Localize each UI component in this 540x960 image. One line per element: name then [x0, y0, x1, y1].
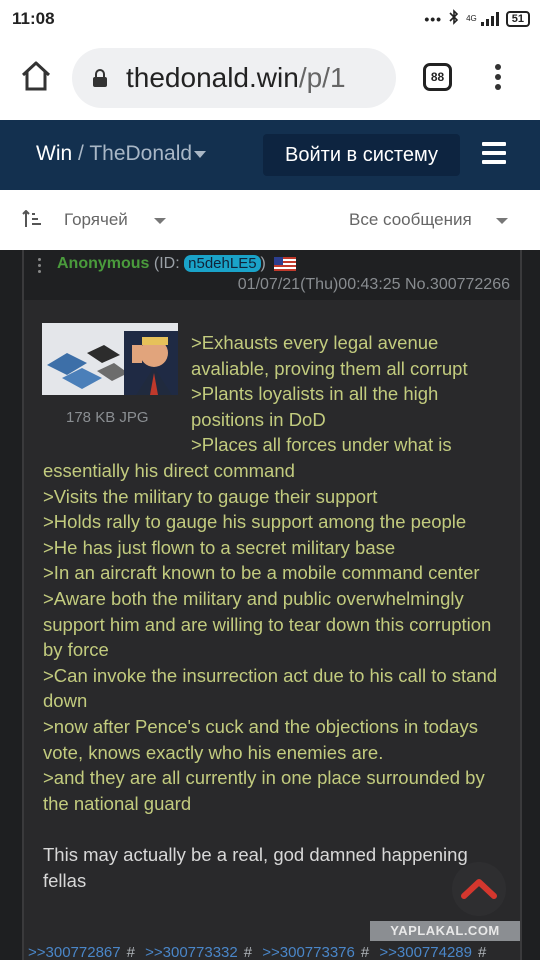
site-link[interactable]: Win	[36, 142, 72, 165]
kebab-menu-icon[interactable]	[492, 64, 504, 94]
community-dropdown[interactable]: TheDonald	[89, 142, 192, 165]
signal-icon	[480, 12, 499, 26]
dots-icon: •••	[424, 11, 443, 27]
greentext-line: >Visits the military to gauge their supp…	[43, 485, 378, 507]
url-host: thedonald.win	[126, 62, 299, 93]
us-flag-icon	[274, 256, 297, 271]
backlink[interactable]: >>300773376	[262, 944, 355, 960]
browser-toolbar: thedonald.win/p/1 88	[0, 36, 540, 120]
greentext-line: >Places all forces under what is essenti…	[43, 434, 452, 481]
home-icon[interactable]	[18, 58, 54, 94]
chevron-down-icon[interactable]	[154, 218, 166, 224]
greentext-line: >Plants loyalists in all the high positi…	[191, 383, 439, 430]
address-bar[interactable]: thedonald.win/p/1	[72, 48, 396, 108]
bluetooth-icon	[449, 9, 459, 29]
greentext-line: >Holds rally to gauge his support among …	[43, 511, 467, 533]
greentext-line: >now after Pence's cuck and the objectio…	[43, 715, 478, 763]
backlinks: >>300772867 # >>300773332 # >>300773376 # >…	[28, 944, 492, 960]
url-text: thedonald.win/p/1	[126, 62, 346, 94]
poster-line: Anonymous (ID: n5dehLE5)	[57, 255, 297, 273]
backlink[interactable]: >>300774289	[379, 944, 472, 960]
sort-bar: Горячей Все сообщения	[0, 190, 540, 250]
closing-text: This may actually be a real, god damned …	[43, 844, 468, 891]
sort-dropdown[interactable]: Горячей	[64, 210, 128, 230]
backlink[interactable]: >>300772867	[28, 944, 121, 960]
post-timestamp: 01/07/21(Thu)00:43:25 No.300772266	[237, 276, 510, 293]
greentext-line: >Can invoke the insurrection act due to …	[43, 664, 498, 712]
network-type: 4G	[466, 14, 477, 23]
tabs-icon[interactable]: 88	[423, 63, 452, 91]
chevron-down-icon[interactable]	[194, 150, 207, 158]
greentext-line: >He has just flown to a secret military …	[43, 536, 396, 558]
login-button[interactable]: Войти в систему	[263, 134, 460, 176]
poster-id-badge[interactable]: n5dehLE5	[184, 255, 261, 272]
chevron-down-icon[interactable]	[496, 218, 508, 224]
tab-count: 88	[430, 70, 445, 84]
sort-icon[interactable]	[22, 209, 42, 228]
url-path: /p/1	[298, 62, 346, 93]
breadcrumb-separator: /	[78, 142, 84, 165]
site-header: Win / TheDonald Войти в систему	[0, 120, 540, 190]
backlink-hash[interactable]: #	[361, 944, 369, 960]
battery-icon: 51	[505, 11, 530, 27]
backlink-hash[interactable]: #	[127, 944, 135, 960]
greentext-line: >and they are all currently in one place…	[43, 767, 485, 814]
greentext-line: >In an aircraft known to be a mobile com…	[43, 562, 480, 584]
id-prefix: (ID:	[153, 255, 180, 272]
lock-icon	[92, 69, 108, 87]
post-card: Anonymous (ID: n5dehLE5) 01/07/21(Thu)00…	[22, 250, 522, 960]
greentext-line: >Exhausts every legal avenue avaliable, …	[191, 332, 468, 379]
post-body: >Exhausts every legal avenue avaliable, …	[43, 330, 515, 893]
backlink[interactable]: >>300773332	[145, 944, 238, 960]
breadcrumb: Win / TheDonald	[36, 142, 207, 166]
post-header: Anonymous (ID: n5dehLE5) 01/07/21(Thu)00…	[24, 250, 520, 300]
status-icons: ••• 4G 51	[424, 9, 530, 29]
backlink-hash[interactable]: #	[478, 944, 486, 960]
post-menu-icon[interactable]	[38, 258, 42, 274]
author-name: Anonymous	[57, 255, 150, 272]
scroll-to-top-button[interactable]	[452, 862, 506, 916]
filter-dropdown[interactable]: Все сообщения	[349, 210, 472, 230]
status-bar: 11:08 ••• 4G 51	[0, 0, 540, 36]
backlink-hash[interactable]: #	[244, 944, 252, 960]
hamburger-menu-icon[interactable]	[482, 142, 506, 166]
greentext-line: >Aware both the military and public over…	[43, 587, 492, 661]
id-suffix: )	[260, 255, 266, 272]
clock: 11:08	[12, 9, 55, 28]
watermark: YAPLAKAL.COM	[370, 921, 520, 941]
battery-level: 51	[511, 13, 524, 25]
